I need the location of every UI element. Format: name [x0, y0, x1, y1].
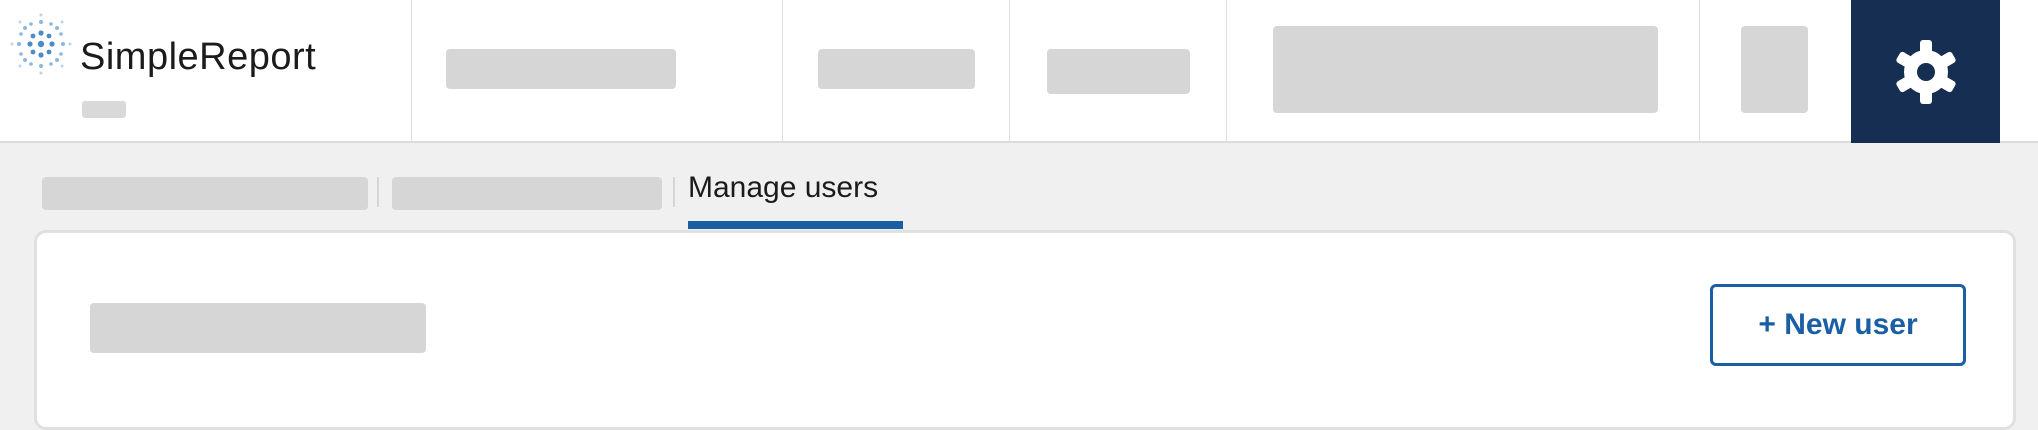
tab-manage-users[interactable]: Manage users	[688, 171, 878, 219]
nav-item-2[interactable]	[782, 0, 1009, 141]
nav-item-3-label-placeholder	[1047, 49, 1190, 94]
manage-users-card: + New user	[34, 230, 2016, 430]
card-title-placeholder	[90, 303, 426, 353]
dot-sunburst-logo-icon	[10, 13, 72, 75]
settings-tabs: Manage users	[0, 143, 2038, 233]
nav-item-4-label-placeholder	[1273, 26, 1658, 113]
nav-item-5[interactable]	[1699, 0, 1851, 141]
tab-1[interactable]	[42, 177, 368, 210]
settings-button[interactable]	[1851, 0, 2000, 143]
nav-item-5-label-placeholder	[1741, 26, 1808, 113]
nav-item-4[interactable]	[1226, 0, 1699, 141]
nav-item-3[interactable]	[1009, 0, 1226, 141]
nav-item-1[interactable]	[411, 0, 782, 141]
active-tab-indicator	[688, 221, 903, 229]
top-navigation: SimpleReport	[0, 0, 2038, 143]
app-name: SimpleReport	[80, 36, 317, 78]
app-logo[interactable]: SimpleReport	[0, 0, 411, 141]
organization-name-placeholder	[82, 101, 126, 118]
tab-divider	[377, 177, 379, 207]
new-user-button[interactable]: + New user	[1710, 284, 1966, 366]
tab-2[interactable]	[392, 177, 662, 210]
tab-divider	[673, 177, 675, 207]
nav-item-2-label-placeholder	[818, 49, 975, 89]
nav-item-1-label-placeholder	[446, 49, 676, 89]
gear-icon	[1896, 40, 1956, 104]
